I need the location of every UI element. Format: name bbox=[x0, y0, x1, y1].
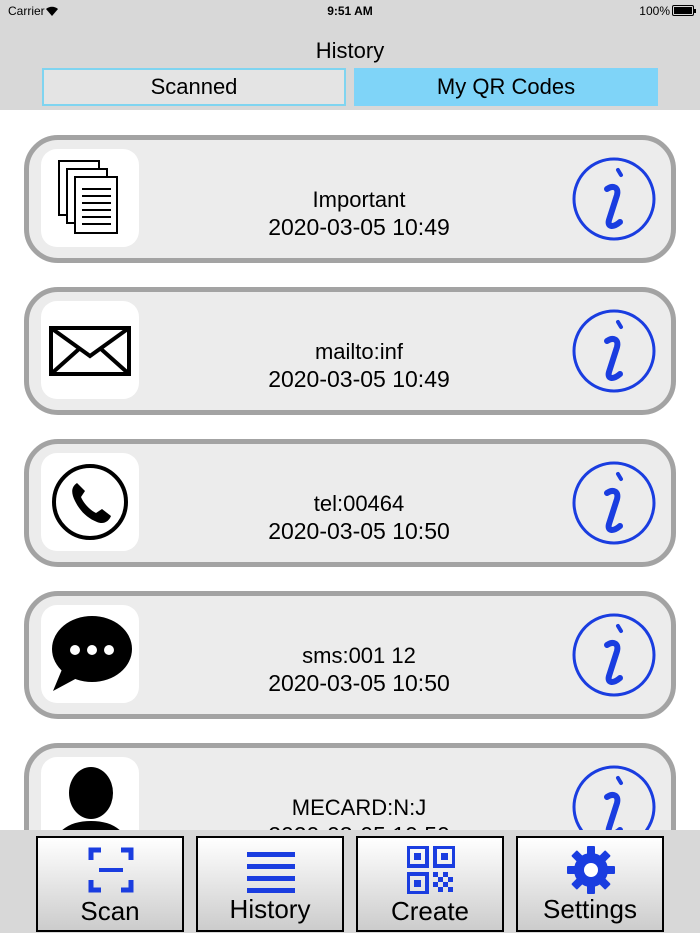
info-icon[interactable] bbox=[571, 460, 657, 546]
page-title: History bbox=[315, 38, 385, 63]
info-icon[interactable] bbox=[571, 308, 657, 394]
list-icon bbox=[247, 852, 295, 893]
history-list[interactable]: Important 2020-03-05 10:49 mailto:inf 20… bbox=[0, 110, 700, 830]
header: History Scanned My QR Codes bbox=[0, 22, 700, 110]
item-date: 2020-03-05 10:50 bbox=[149, 822, 569, 830]
scan-frame-icon bbox=[88, 847, 134, 893]
info-icon[interactable] bbox=[571, 764, 657, 830]
item-title: sms:001 12 bbox=[302, 643, 416, 668]
item-date: 2020-03-05 10:50 bbox=[268, 518, 450, 544]
history-item[interactable]: sms:001 12 2020-03-05 10:50 bbox=[24, 591, 676, 719]
envelope-icon bbox=[41, 301, 139, 399]
segment-scanned[interactable]: Scanned bbox=[42, 68, 346, 106]
chat-bubble-icon bbox=[41, 605, 139, 703]
gear-icon bbox=[567, 846, 615, 894]
tab-history[interactable]: History bbox=[196, 836, 344, 932]
phone-icon bbox=[41, 453, 139, 551]
history-item[interactable]: mailto:inf 2020-03-05 10:49 bbox=[24, 287, 676, 415]
info-icon[interactable] bbox=[571, 612, 657, 698]
item-date: 2020-03-05 10:49 bbox=[268, 366, 450, 392]
info-icon[interactable] bbox=[571, 156, 657, 242]
item-title: tel:00464 bbox=[313, 491, 405, 516]
tab-settings[interactable]: Settings bbox=[516, 836, 664, 932]
tab-scan[interactable]: Scan bbox=[36, 836, 184, 932]
documents-icon bbox=[41, 149, 139, 247]
tab-bar: Scan History Create Settings bbox=[0, 830, 700, 933]
item-date: 2020-03-05 10:49 bbox=[268, 214, 450, 240]
qr-code-icon bbox=[407, 846, 455, 894]
status-bar: Carrier 9:51 AM 100% bbox=[0, 0, 700, 22]
segment-my-qr-codes[interactable]: My QR Codes bbox=[354, 68, 658, 106]
history-item[interactable]: Important 2020-03-05 10:49 bbox=[24, 135, 676, 263]
item-title: mailto:inf bbox=[314, 339, 404, 364]
item-title: MECARD:N:J bbox=[291, 795, 427, 820]
battery-percent: 100% bbox=[639, 4, 670, 18]
item-date: 2020-03-05 10:50 bbox=[268, 670, 450, 696]
history-item[interactable]: MECARD:N:J 2020-03-05 10:50 bbox=[24, 743, 676, 830]
person-icon bbox=[41, 757, 139, 830]
tab-create[interactable]: Create bbox=[356, 836, 504, 932]
tab-create-label: Create bbox=[390, 896, 470, 926]
history-item[interactable]: tel:00464 2020-03-05 10:50 bbox=[24, 439, 676, 567]
tab-scan-label: Scan bbox=[80, 896, 140, 926]
battery-icon bbox=[672, 5, 696, 16]
status-time: 9:51 AM bbox=[327, 4, 373, 18]
tab-settings-label: Settings bbox=[543, 894, 637, 924]
tab-history-label: History bbox=[229, 894, 311, 924]
item-title: Important bbox=[312, 187, 406, 212]
